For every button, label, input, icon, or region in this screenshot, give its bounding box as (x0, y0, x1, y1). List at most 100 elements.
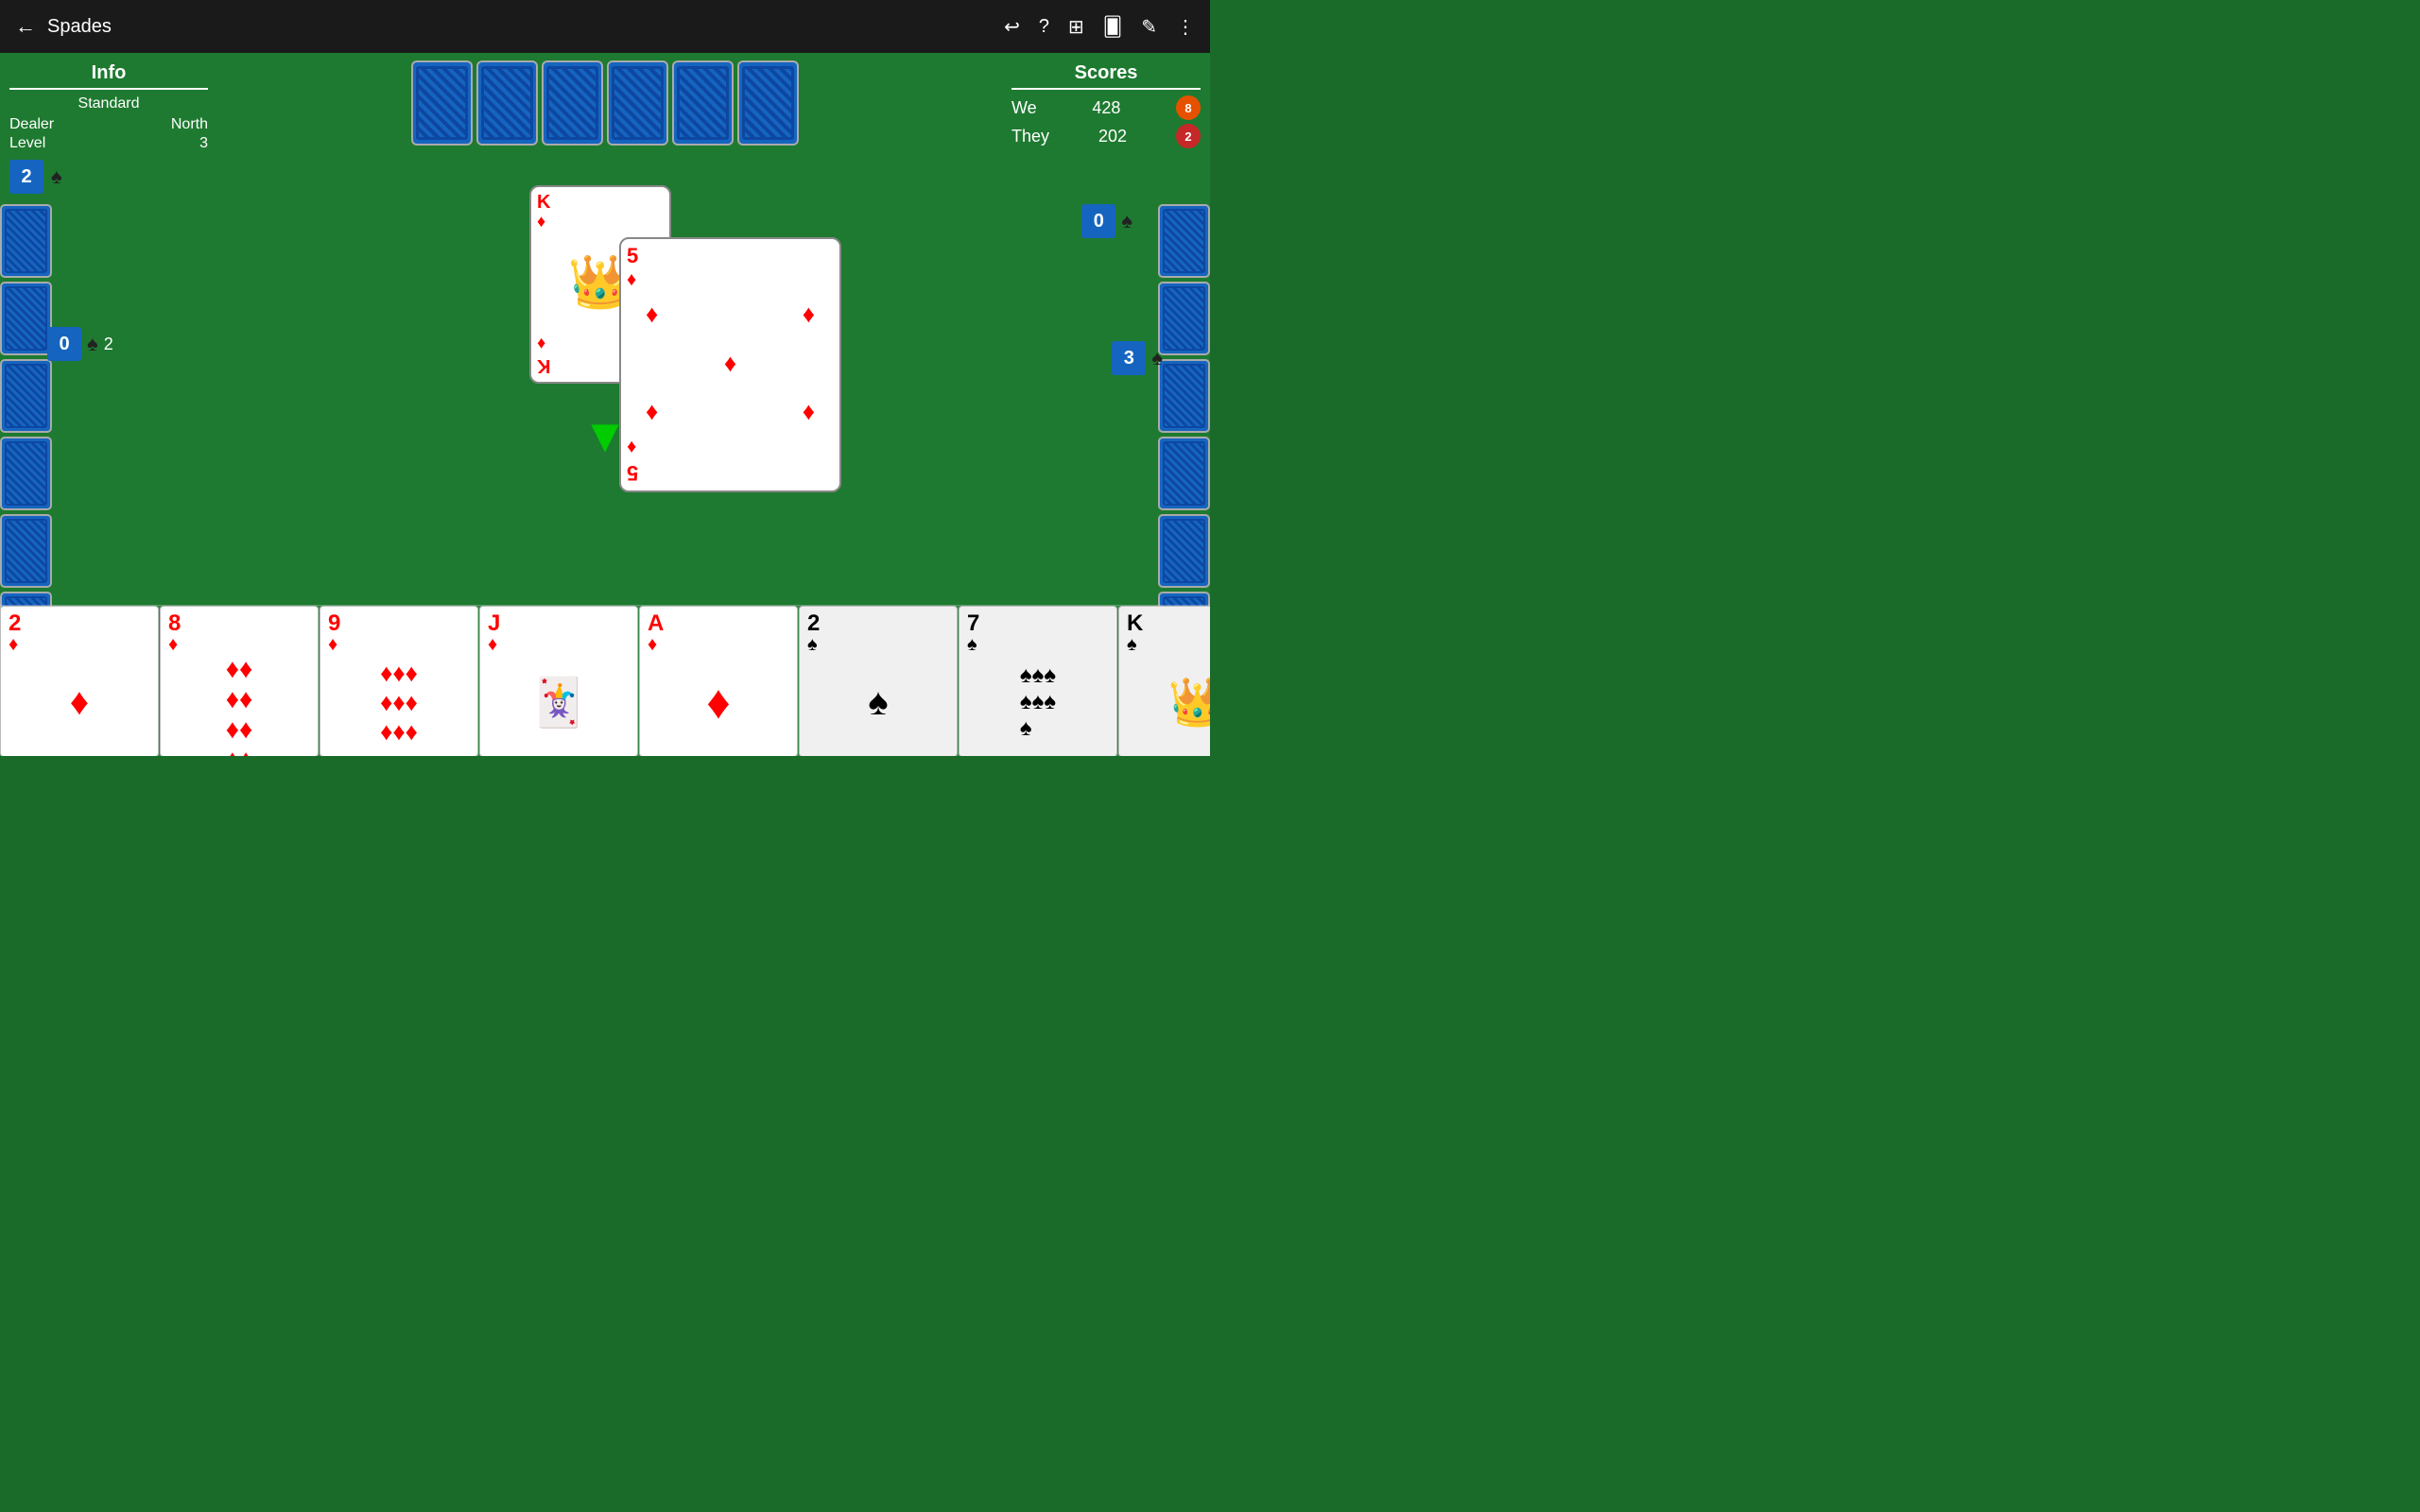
sc-suit: ♠ (1127, 635, 1210, 654)
level-label: Level (9, 135, 45, 152)
five-of-diamonds-card[interactable]: 5♦ ♦ ♦ ♦ ♦ ♦ 5♦ (619, 237, 841, 492)
five-rank-top: 5♦ (627, 245, 834, 290)
sc-rank: 7 (967, 612, 1109, 635)
south-card-2d[interactable]: 2 ♦ ♦ (0, 606, 159, 756)
sc-suit: ♠ (807, 635, 949, 654)
sc-suit: ♦ (328, 635, 470, 654)
sc-body: ♦ (648, 654, 789, 750)
back-button[interactable]: ← (15, 14, 36, 39)
undo-icon[interactable]: ↩ (1004, 15, 1020, 39)
west-hand (0, 204, 52, 665)
we-label: We (1011, 98, 1037, 118)
scores-panel: Scores We 428 8 They 202 2 (1011, 62, 1201, 152)
east-card-2 (1158, 282, 1210, 355)
east-hand (1158, 204, 1210, 665)
west-card-2 (0, 282, 52, 355)
they-score-row: They 202 2 (1011, 124, 1201, 148)
grid-icon[interactable]: ⊞ (1068, 15, 1084, 39)
sc-suit: ♦ (168, 635, 310, 654)
east-card-5 (1158, 514, 1210, 588)
east-card-4 (1158, 437, 1210, 510)
app-title: Spades (47, 16, 993, 38)
info-panel: Info Standard Dealer North Level 3 2 ♠ (9, 62, 208, 194)
five-rank-bottom: 5♦ (627, 436, 834, 485)
north-card-5 (672, 60, 734, 146)
west-bid-box: 0 (47, 327, 81, 361)
north-card-4 (607, 60, 668, 146)
dealer-label: Dealer (9, 116, 54, 133)
info-title: Info (9, 62, 208, 90)
level-value: 3 (199, 135, 208, 152)
five-pips-area: ♦ ♦ ♦ ♦ ♦ (627, 290, 834, 436)
sc-body: ♠ (807, 654, 949, 750)
sc-rank: 2 (807, 612, 949, 635)
sc-suit: ♦ (648, 635, 789, 654)
south-card-8d[interactable]: 8 ♦ ♦♦♦♦♦♦♦♦ (160, 606, 319, 756)
sc-suit: ♠ (967, 635, 1109, 654)
we-bags-badge: 8 (1176, 95, 1201, 120)
cards-icon[interactable]: 🂠 (1103, 15, 1122, 39)
sc-body: ♦♦♦♦♦♦♦♦♦ (328, 654, 470, 750)
king-rank-top: K♦ (537, 193, 664, 231)
south-card-ad[interactable]: A ♦ ♦ (639, 606, 798, 756)
south-turn-indicator: ▼ (581, 412, 629, 459)
south-card-ks[interactable]: K ♠ 👑 (1118, 606, 1210, 756)
sc-body: ♠♠♠♠♠♠♠ (967, 654, 1109, 750)
help-icon[interactable]: ? (1039, 16, 1049, 38)
south-card-7s[interactable]: 7 ♠ ♠♠♠♠♠♠♠ (959, 606, 1117, 756)
sc-body: 🃏 (488, 654, 630, 750)
we-score: 428 (1092, 98, 1120, 118)
east-card-3 (1158, 359, 1210, 433)
north-card-6 (737, 60, 799, 146)
east-bid-right-box: 3 (1112, 341, 1146, 375)
west-card-1 (0, 204, 52, 278)
sc-rank: K (1127, 612, 1210, 635)
west-card-4 (0, 437, 52, 510)
sc-suit: ♦ (488, 635, 630, 654)
east-spade-right-icon: ♠ (1151, 346, 1163, 370)
they-score: 202 (1098, 127, 1127, 146)
west-spade-icon: ♠ (87, 332, 98, 356)
info-dealer-row: Dealer North (9, 116, 208, 133)
east-bid-left-display: 0 ♠ (1081, 204, 1132, 238)
sc-rank: 9 (328, 612, 470, 635)
sc-rank: J (488, 612, 630, 635)
east-bid-left-box: 0 (1081, 204, 1115, 238)
north-card-1 (411, 60, 473, 146)
scores-title: Scores (1011, 62, 1201, 90)
north-card-3 (542, 60, 603, 146)
info-level-row: Level 3 (9, 135, 208, 152)
east-spade-left-icon: ♠ (1121, 209, 1132, 233)
west-card-3 (0, 359, 52, 433)
south-card-9d[interactable]: 9 ♦ ♦♦♦♦♦♦♦♦♦ (320, 606, 478, 756)
north-spade-icon: ♠ (51, 164, 62, 189)
sc-body: ♦♦♦♦♦♦♦♦ (168, 654, 310, 756)
info-game-type: Standard (9, 95, 208, 112)
sc-rank: A (648, 612, 789, 635)
they-label: They (1011, 127, 1049, 146)
west-tricks: 2 (104, 335, 113, 354)
sc-body: ♦ (9, 654, 150, 750)
south-card-jd[interactable]: J ♦ 🃏 (479, 606, 638, 756)
we-score-row: We 428 8 (1011, 95, 1201, 120)
south-card-2s[interactable]: 2 ♠ ♠ (799, 606, 958, 756)
dealer-value: North (171, 116, 208, 133)
south-hand: 2 ♦ ♦ 8 ♦ ♦♦♦♦♦♦♦♦ 9 ♦ ♦♦♦♦♦♦♦♦♦ (0, 605, 1210, 756)
they-bags-badge: 2 (1176, 124, 1201, 148)
north-hand (411, 60, 799, 146)
east-card-1 (1158, 204, 1210, 278)
toolbar-icons: ↩ ? ⊞ 🂠 ✎ ⋮ (1004, 15, 1195, 39)
game-area: Info Standard Dealer North Level 3 2 ♠ S… (0, 53, 1210, 756)
sc-rank: 2 (9, 612, 150, 635)
north-card-2 (476, 60, 538, 146)
sc-suit: ♦ (9, 635, 150, 654)
edit-icon[interactable]: ✎ (1141, 15, 1157, 39)
south-hand-cards: 2 ♦ ♦ 8 ♦ ♦♦♦♦♦♦♦♦ 9 ♦ ♦♦♦♦♦♦♦♦♦ (0, 606, 1210, 756)
north-bid-box: 2 (9, 160, 43, 194)
more-icon[interactable]: ⋮ (1176, 15, 1195, 39)
west-bid-display: 0 ♠ 2 (47, 327, 113, 361)
north-bid-display: 2 ♠ (9, 160, 208, 194)
sc-rank: 8 (168, 612, 310, 635)
top-bar: ← Spades ↩ ? ⊞ 🂠 ✎ ⋮ (0, 0, 1210, 53)
west-card-5 (0, 514, 52, 588)
